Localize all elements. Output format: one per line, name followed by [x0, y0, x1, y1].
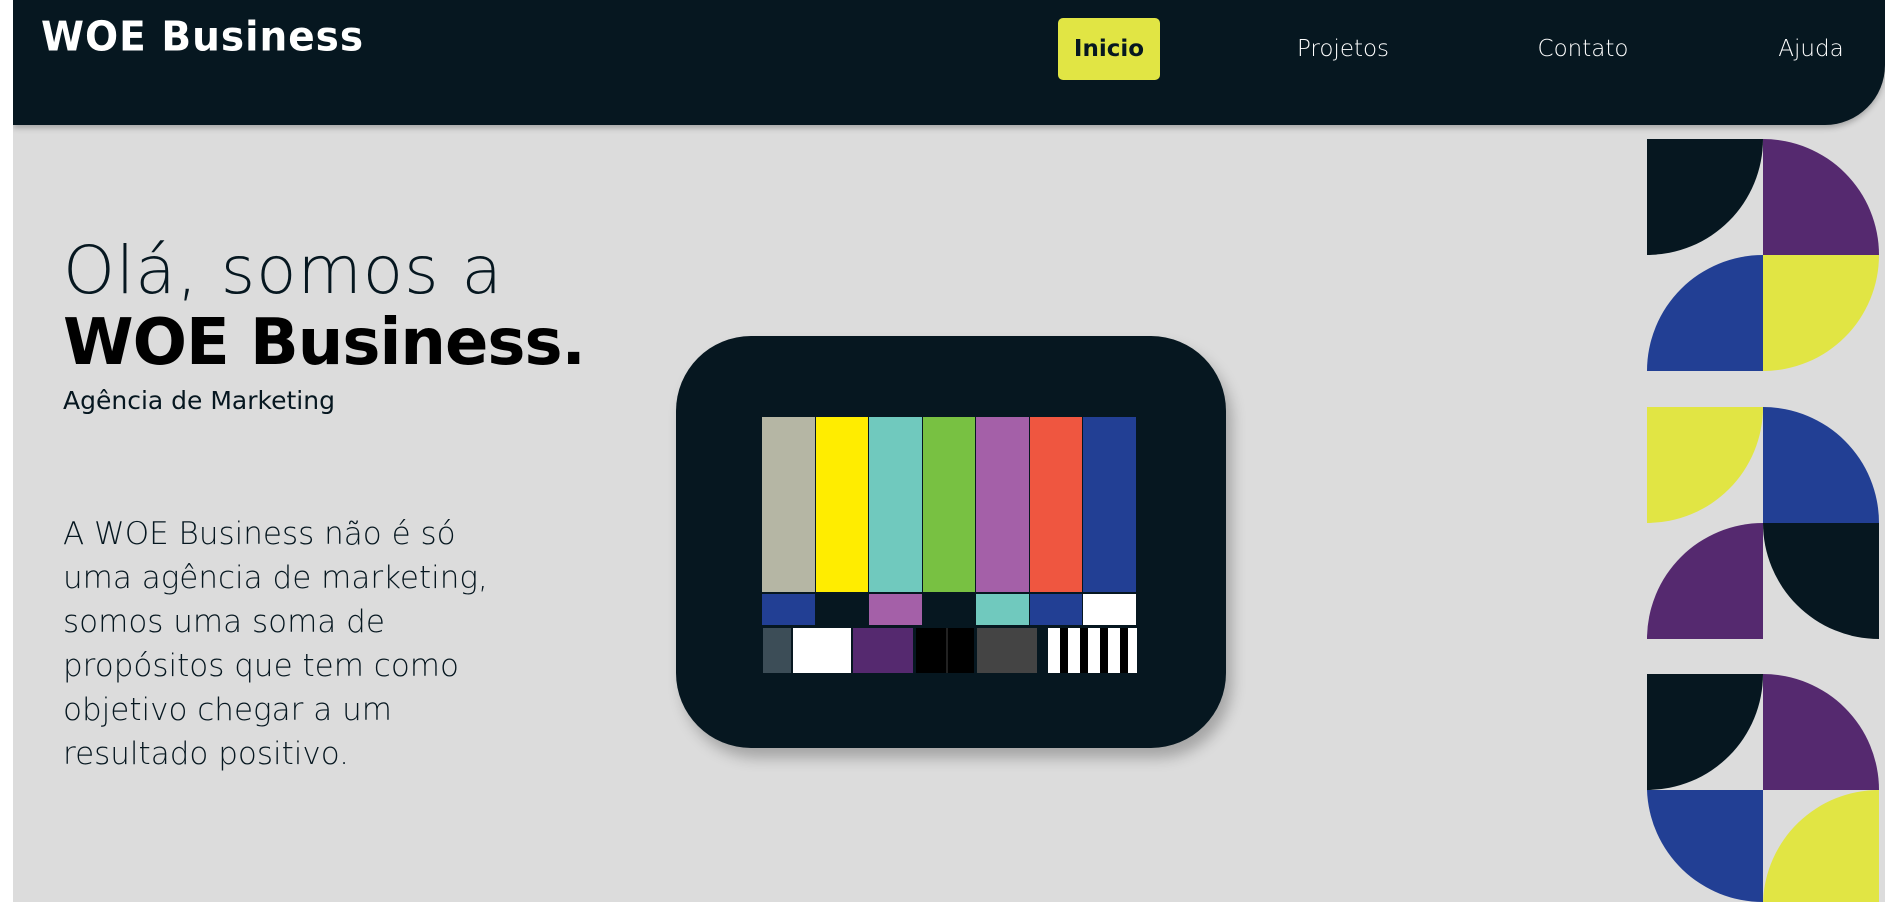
test-pattern-middle-bar: [815, 594, 869, 625]
test-pattern-top-bar: [1083, 417, 1136, 592]
shape-quarter-yellow: [1647, 407, 1763, 523]
test-pattern-bottom-bar: [1048, 628, 1137, 673]
test-pattern-top-bar: [869, 417, 922, 592]
hero-title: WOE Business.: [63, 306, 586, 380]
shape-quarter-yellow: [1763, 255, 1879, 371]
test-pattern-top-bar: [815, 417, 869, 592]
test-pattern-middle-bar: [869, 594, 922, 625]
hero-subtitle: Agência de Marketing: [63, 386, 335, 415]
test-pattern-bottom-bar: [793, 628, 851, 673]
test-pattern-bottom-bar: [916, 628, 974, 673]
shape-quarter-dark: [1763, 523, 1879, 639]
shape-quarter-purple: [1647, 523, 1763, 639]
nav-item-ajuda[interactable]: Ajuda: [1771, 18, 1851, 80]
shape-quarter-dark: [1647, 139, 1763, 255]
nav-item-contato[interactable]: Contato: [1523, 18, 1643, 80]
nav-item-inicio[interactable]: Inicio: [1058, 18, 1160, 80]
test-pattern-bottom-bar: [977, 628, 1037, 673]
brand-logo[interactable]: WOE Business: [41, 14, 364, 61]
shape-quarter-purple: [1763, 139, 1879, 255]
test-pattern-top-bar: [922, 417, 976, 592]
test-pattern-top-bar: [976, 417, 1029, 592]
test-pattern-bottom-bar: [763, 628, 791, 673]
tv-test-pattern-icon: [676, 336, 1226, 748]
geometric-shapes-icon: [1647, 139, 1885, 902]
shape-quarter-yellow: [1763, 789, 1879, 902]
page: WOE Business Inicio Projetos Contato Aju…: [13, 0, 1885, 902]
test-pattern-top-bar: [1029, 417, 1083, 592]
shape-quarter-dark: [1647, 674, 1763, 790]
shape-quarter-blue: [1763, 407, 1879, 523]
hero-greeting: Olá, somos a: [63, 232, 503, 309]
test-pattern-middle-bar: [1083, 594, 1136, 625]
shape-quarter-purple: [1763, 674, 1879, 790]
shape-quarter-blue: [1647, 255, 1763, 371]
test-pattern-middle-bar: [762, 594, 815, 625]
shape-quarter-blue: [1647, 790, 1763, 902]
navbar: WOE Business Inicio Projetos Contato Aju…: [13, 0, 1885, 125]
tv-screen: [762, 417, 1137, 673]
test-pattern-middle-bar: [922, 594, 976, 625]
geometric-shapes-svg: [1647, 139, 1879, 902]
test-pattern-middle-bar: [976, 594, 1029, 625]
hero-description: A WOE Business não é só uma agência de m…: [63, 516, 488, 772]
test-pattern-top-bar: [762, 417, 815, 592]
test-pattern-bottom-bar: [853, 628, 913, 673]
test-pattern-middle-bar: [1029, 594, 1083, 625]
nav-item-projetos[interactable]: Projetos: [1283, 18, 1403, 80]
